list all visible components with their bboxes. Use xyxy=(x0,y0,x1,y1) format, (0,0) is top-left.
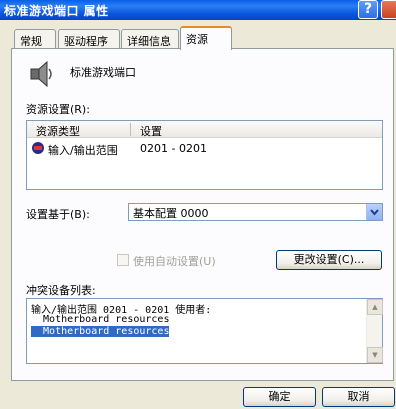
column-setting[interactable]: 设置 xyxy=(140,123,162,139)
resource-setting-cell: 0201 - 0201 xyxy=(140,142,207,155)
chevron-down-icon[interactable] xyxy=(366,204,382,220)
tab-resources[interactable]: 资源 xyxy=(180,26,232,50)
close-button[interactable] xyxy=(381,0,396,19)
conflict-scrollbar[interactable]: ▲ ▼ xyxy=(366,299,383,363)
change-setting-button[interactable]: 更改设置(C)... xyxy=(276,250,382,270)
help-button[interactable]: ? xyxy=(358,0,378,19)
conflict-list-label: 冲突设备列表: xyxy=(26,284,96,297)
tab-resources-label: 资源 xyxy=(186,33,208,46)
ok-button[interactable]: 确定 xyxy=(243,387,316,407)
setting-based-on-select[interactable]: 基本配置 0000 xyxy=(128,203,383,221)
resource-settings-list[interactable]: 资源类型 设置 输入/输出范围 0201 - 0201 xyxy=(26,120,383,190)
setting-based-on-label: 设置基于(B): xyxy=(26,208,90,221)
tab-general[interactable]: 常规 xyxy=(14,29,56,50)
speaker-icon xyxy=(30,60,52,88)
setting-based-on-value: 基本配置 0000 xyxy=(133,207,209,220)
conflict-line: Motherboard resources xyxy=(31,314,170,325)
resource-type-cell: 输入/输出范围 xyxy=(48,144,118,157)
scroll-down-icon[interactable]: ▼ xyxy=(367,347,383,363)
tab-general-label: 常规 xyxy=(20,35,42,48)
conflict-device-list[interactable]: 输入/输出范围 0201 - 0201 使用者: Motherboard res… xyxy=(26,298,383,364)
cancel-button[interactable]: 取消 xyxy=(322,387,395,407)
tab-driver-label: 驱动程序 xyxy=(64,35,108,48)
scroll-up-icon[interactable]: ▲ xyxy=(367,299,383,315)
list-header: 资源类型 设置 xyxy=(27,121,382,138)
tab-driver[interactable]: 驱动程序 xyxy=(58,29,120,50)
auto-setting-checkbox[interactable] xyxy=(117,254,129,266)
io-range-icon xyxy=(32,142,44,154)
auto-setting-label: 使用自动设置(U) xyxy=(133,255,216,268)
device-name: 标准游戏端口 xyxy=(70,66,136,79)
tab-details-label: 详细信息 xyxy=(127,35,171,48)
tab-details[interactable]: 详细信息 xyxy=(121,29,179,50)
list-item[interactable]: 输入/输出范围 0201 - 0201 xyxy=(29,141,369,157)
resource-settings-label: 资源设置(R): xyxy=(26,103,90,116)
window-title: 标准游戏端口 属性 xyxy=(4,4,109,18)
conflict-line-selected: Motherboard resources xyxy=(31,326,170,337)
column-resource-type[interactable]: 资源类型 xyxy=(36,123,80,139)
column-separator[interactable] xyxy=(130,123,131,136)
title-bar[interactable]: 标准游戏端口 属性 xyxy=(0,0,396,20)
